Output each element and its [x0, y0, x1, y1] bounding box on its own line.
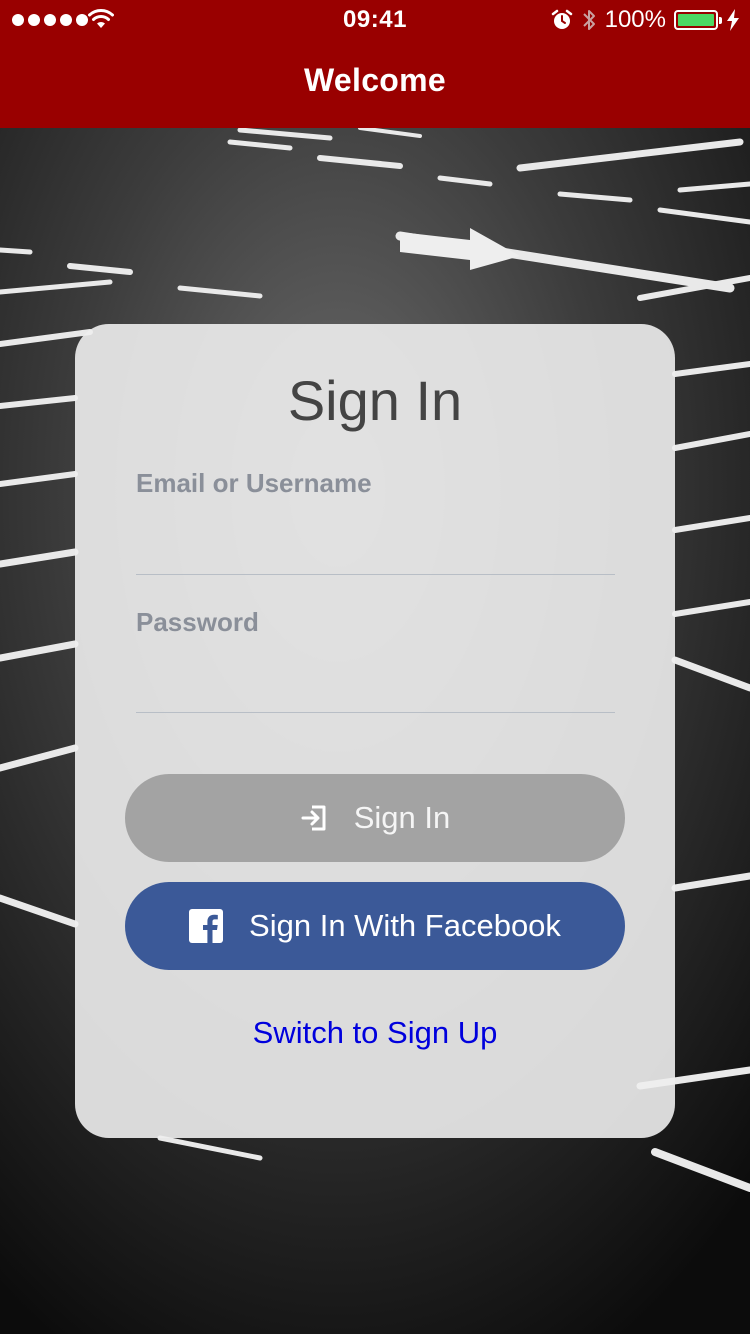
status-right-group: 100%: [551, 6, 740, 34]
facebook-icon: [189, 909, 224, 943]
navigation-header: 09:41 100% Welcome: [0, 0, 750, 128]
alarm-icon: [551, 9, 572, 29]
password-label: Password: [136, 607, 259, 637]
sign-in-button-label: Sign In: [353, 800, 451, 835]
battery-icon: [674, 10, 722, 30]
email-field[interactable]: [136, 524, 615, 575]
facebook-button-label: Sign In With Facebook: [249, 908, 561, 943]
password-field[interactable]: [136, 662, 615, 713]
sign-in-screen: 09:41 100% Welcome Sign In Email or User…: [0, 0, 750, 1334]
facebook-sign-in-button[interactable]: Sign In With Facebook: [125, 882, 625, 970]
charging-bolt-icon: [727, 9, 739, 31]
page-title: Welcome: [303, 62, 446, 98]
sign-in-heading: Sign In: [287, 369, 463, 432]
status-bar: 09:41 100%: [0, 0, 750, 40]
sign-in-button[interactable]: Sign In: [125, 774, 625, 862]
bluetooth-icon: [582, 10, 595, 30]
battery-percentage: 100%: [604, 6, 666, 33]
login-arrow-icon: [300, 804, 328, 832]
email-label: Email or Username: [136, 468, 372, 498]
switch-to-sign-up-link[interactable]: Switch to Sign Up: [0, 1015, 750, 1051]
